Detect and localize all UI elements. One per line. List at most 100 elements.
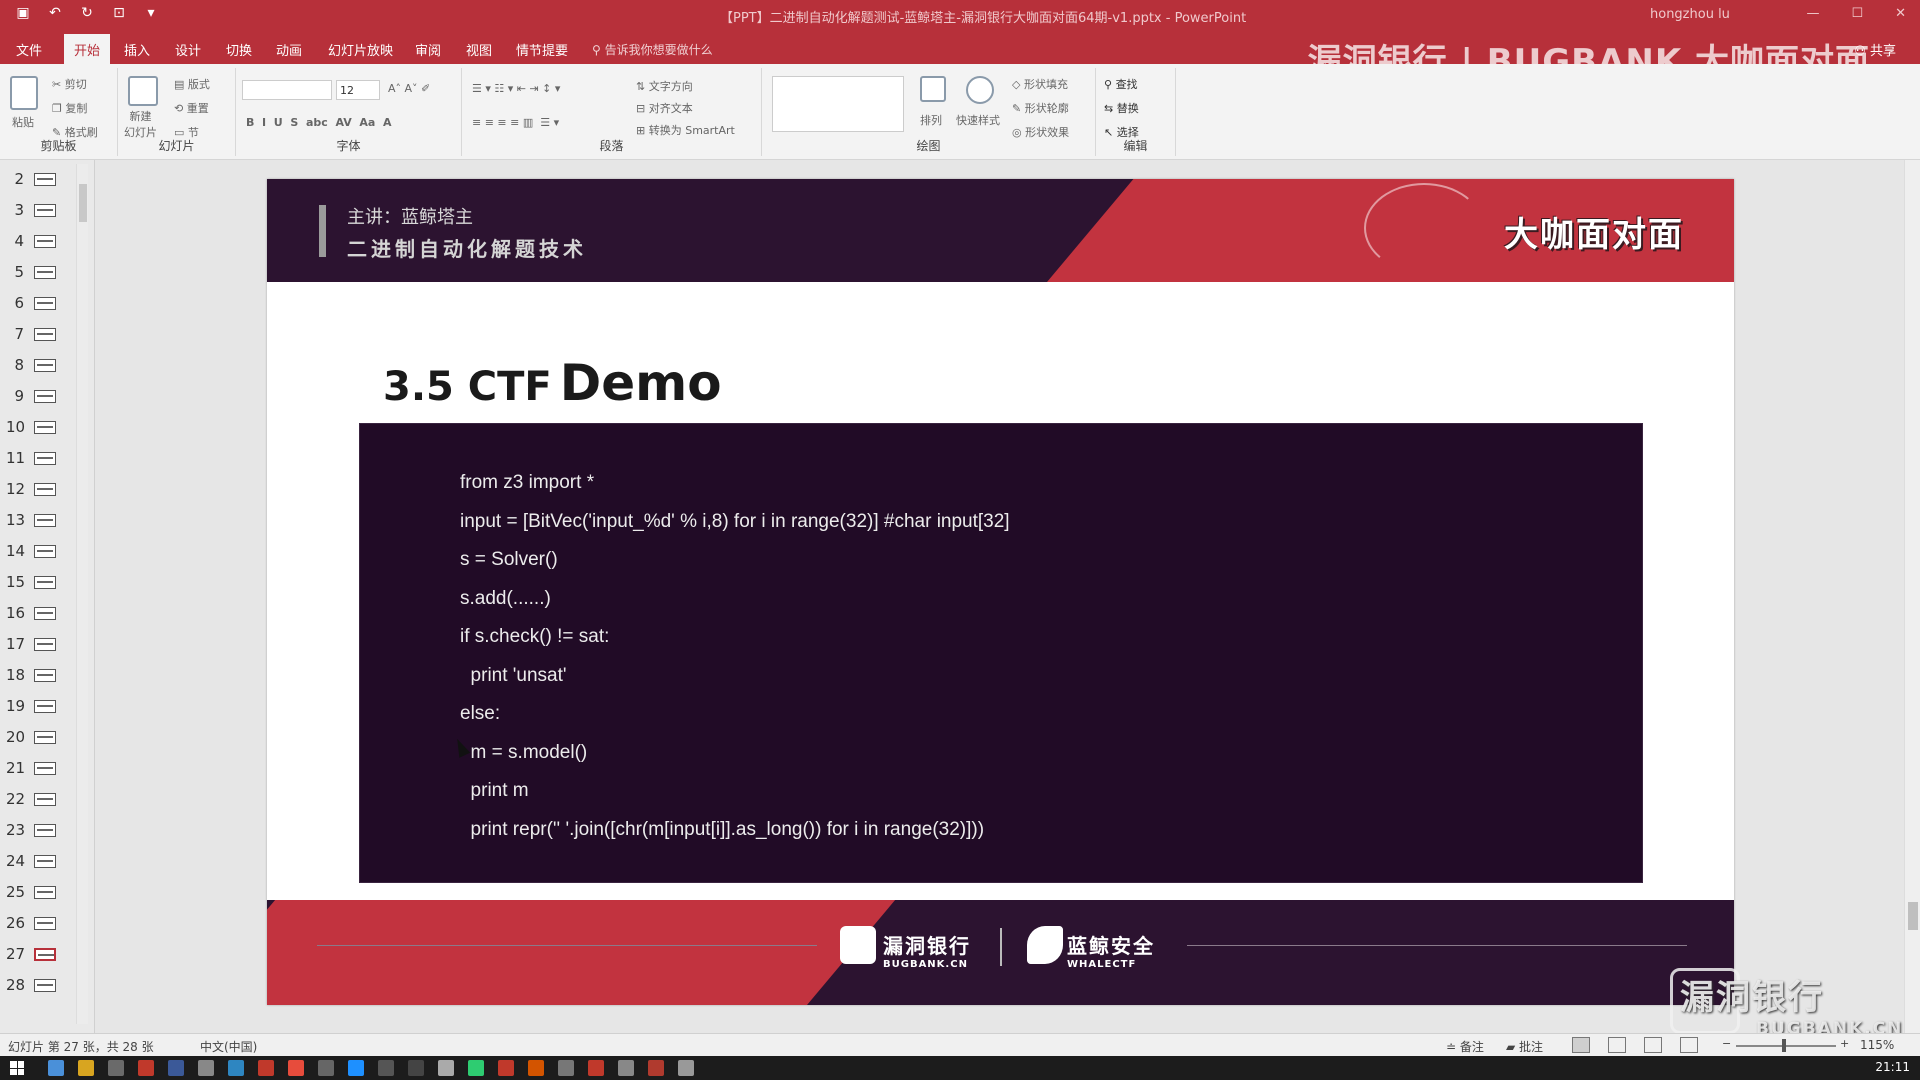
reset-button[interactable]: ⟲ 重置 [174, 100, 209, 116]
taskbar-app-icon[interactable] [498, 1060, 514, 1076]
font-name-input[interactable] [242, 80, 332, 100]
slide-thumbnail-preview[interactable] [34, 669, 56, 682]
arrange-icon[interactable] [920, 76, 946, 102]
tab-slideshow[interactable]: 幻灯片放映 [328, 40, 393, 59]
slide-thumbnail-preview[interactable] [34, 855, 56, 868]
taskbar-app-icon[interactable] [318, 1060, 334, 1076]
comments-button[interactable]: ▰ 批注 [1506, 1038, 1543, 1055]
start-from-beginning-icon[interactable]: ⊡ [110, 4, 128, 22]
find-button[interactable]: ⚲ 查找 [1104, 76, 1138, 92]
smartart-button[interactable]: ⊞ 转换为 SmartArt [636, 122, 735, 138]
taskbar-app-icon[interactable] [288, 1060, 304, 1076]
taskbar-app-icon[interactable] [468, 1060, 484, 1076]
customize-qat-icon[interactable]: ▾ [142, 4, 160, 22]
tab-insert[interactable]: 插入 [124, 40, 150, 59]
tab-view[interactable]: 视图 [466, 40, 492, 59]
replace-button[interactable]: ⇆ 替换 [1104, 100, 1139, 116]
taskbar-app-icon[interactable] [528, 1060, 544, 1076]
taskbar-app-icon[interactable] [348, 1060, 364, 1076]
taskbar-app-icon[interactable] [78, 1060, 94, 1076]
arrange-button[interactable]: 排列 [920, 112, 942, 128]
list-buttons[interactable]: ☰ ▾ ☷ ▾ ⇤ ⇥ ↕ ▾ [472, 82, 560, 95]
tab-transitions[interactable]: 切换 [226, 40, 252, 59]
align-buttons[interactable]: ≡ ≡ ≡ ≡ ▥ ☰ ▾ [472, 116, 559, 129]
shape-fill-button[interactable]: ◇ 形状填充 [1012, 76, 1068, 92]
font-size-input[interactable]: 12 [336, 80, 380, 100]
slide-heading[interactable]: 3.5 CTF Demo [383, 354, 722, 412]
taskbar-app-icon[interactable] [618, 1060, 634, 1076]
cut-button[interactable]: ✂ 剪切 [52, 76, 87, 92]
taskbar-app-icon[interactable] [198, 1060, 214, 1076]
slide-thumbnail-preview[interactable] [34, 979, 56, 992]
slide-thumbnail-preview[interactable] [34, 917, 56, 930]
notes-button[interactable]: ≐ 备注 [1446, 1038, 1484, 1055]
slide-thumbnail-preview[interactable] [34, 576, 56, 589]
current-slide[interactable]: 主讲：蓝鲸塔主 二进制自动化解题技术 大咖面对面 3.5 CTF Demo fro… [267, 179, 1734, 1005]
thumbnail-scroll-thumb[interactable] [79, 184, 87, 222]
tell-me-search[interactable]: ⚲ 告诉我你想要做什么 [592, 41, 713, 58]
slide-thumbnail-preview[interactable] [34, 545, 56, 558]
slide-thumbnail-preview[interactable] [34, 483, 56, 496]
new-slide-icon[interactable] [128, 76, 158, 106]
slide-thumbnail-preview[interactable] [34, 948, 56, 961]
slide-thumbnail-preview[interactable] [34, 297, 56, 310]
paste-button[interactable]: 粘贴 [12, 114, 34, 130]
grow-font-icon[interactable]: A˄ A˅ ✐ [388, 82, 430, 95]
reading-view-icon[interactable] [1644, 1037, 1662, 1053]
thumbnail-scrollbar[interactable] [76, 164, 88, 1024]
taskbar-app-icon[interactable] [438, 1060, 454, 1076]
slide-thumbnail-preview[interactable] [34, 235, 56, 248]
new-slide-button[interactable]: 新建 幻灯片 [124, 108, 157, 140]
slide-thumbnail-preview[interactable] [34, 793, 56, 806]
taskbar-app-icon[interactable] [168, 1060, 184, 1076]
vertical-scrollbar[interactable] [1904, 160, 1920, 1033]
slide-thumbnail-preview[interactable] [34, 204, 56, 217]
slide-thumbnail-preview[interactable] [34, 452, 56, 465]
slide-thumbnail-preview[interactable] [34, 266, 56, 279]
zoom-in-icon[interactable]: + [1840, 1037, 1849, 1050]
tab-home[interactable]: 开始 [64, 34, 111, 64]
taskbar-app-icon[interactable] [558, 1060, 574, 1076]
slideshow-view-icon[interactable] [1680, 1037, 1698, 1053]
text-direction-button[interactable]: ⇅ 文字方向 [636, 78, 693, 94]
shape-outline-button[interactable]: ✎ 形状轮廓 [1012, 100, 1069, 116]
tab-review[interactable]: 审阅 [415, 40, 441, 59]
redo-icon[interactable]: ↻ [78, 4, 96, 22]
zoom-slider[interactable] [1736, 1045, 1836, 1047]
normal-view-icon[interactable] [1572, 1037, 1590, 1053]
taskbar-app-icon[interactable] [228, 1060, 244, 1076]
slide-thumbnail-preview[interactable] [34, 731, 56, 744]
zoom-slider-knob[interactable] [1782, 1039, 1786, 1052]
vertical-scroll-thumb[interactable] [1908, 902, 1918, 930]
slide-thumbnail-preview[interactable] [34, 359, 56, 372]
layout-button[interactable]: ▤ 版式 [174, 76, 210, 92]
slide-thumbnail-preview[interactable] [34, 638, 56, 651]
slide-thumbnail-preview[interactable] [34, 514, 56, 527]
slide-thumbnail-preview[interactable] [34, 824, 56, 837]
slide-thumbnail-preview[interactable] [34, 700, 56, 713]
user-name[interactable]: hongzhou lu [1650, 7, 1730, 22]
slide-thumbnail-preview[interactable] [34, 886, 56, 899]
copy-button[interactable]: ❐ 复制 [52, 100, 87, 116]
slide-sorter-icon[interactable] [1608, 1037, 1626, 1053]
shapes-gallery[interactable] [772, 76, 904, 132]
slide-thumbnail-preview[interactable] [34, 173, 56, 186]
taskbar-app-icon[interactable] [138, 1060, 154, 1076]
taskbar-app-icon[interactable] [48, 1060, 64, 1076]
code-block[interactable]: from z3 import * input = [BitVec('input_… [359, 423, 1643, 883]
taskbar-app-icon[interactable] [378, 1060, 394, 1076]
quick-styles-icon[interactable] [966, 76, 994, 104]
minimize-icon[interactable]: — [1806, 6, 1819, 21]
slide-thumbnail-preview[interactable] [34, 421, 56, 434]
taskbar-app-icon[interactable] [648, 1060, 664, 1076]
taskbar-app-icon[interactable] [258, 1060, 274, 1076]
maximize-icon[interactable]: ☐ [1851, 6, 1863, 21]
paste-icon[interactable] [10, 76, 38, 110]
zoom-out-icon[interactable]: − [1722, 1037, 1731, 1050]
windows-start-icon[interactable] [10, 1061, 24, 1075]
zoom-level[interactable]: 115% [1860, 1038, 1894, 1052]
align-text-button[interactable]: ⊟ 对齐文本 [636, 100, 693, 116]
undo-icon[interactable]: ↶ [46, 4, 64, 22]
slide-thumbnail-preview[interactable] [34, 762, 56, 775]
close-icon[interactable]: ✕ [1895, 6, 1906, 21]
